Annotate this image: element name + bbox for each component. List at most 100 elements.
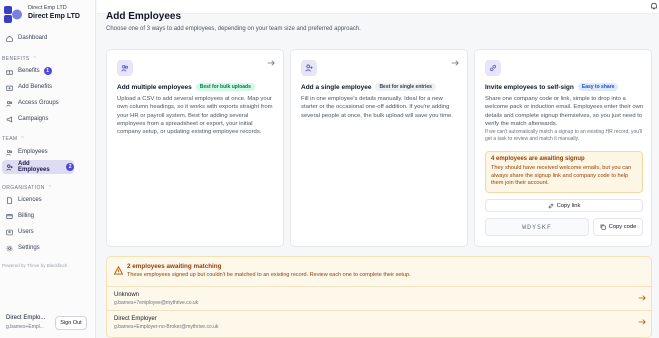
sidebar-item-label: Licences bbox=[18, 197, 42, 203]
add-employees-count-badge: 2 bbox=[66, 163, 74, 171]
link-icon bbox=[548, 203, 553, 208]
card-title: Invite employees to self-sign Easy to sha… bbox=[485, 83, 619, 91]
card-note: If we can't automatically match a signup… bbox=[485, 129, 643, 142]
card-title-text: Invite employees to self-sign bbox=[485, 84, 574, 91]
sidebar-item-label: Access Groups bbox=[18, 100, 59, 106]
sidebar-item-label: Add Employees bbox=[18, 161, 50, 173]
sidebar-item-label: Add Benefits bbox=[18, 84, 53, 90]
sidebar-item-billing[interactable]: Billing bbox=[2, 209, 74, 223]
sidebar-item-label: Dashboard bbox=[18, 35, 48, 41]
awaiting-matching-panel: 2 employees awaiting matching These empl… bbox=[106, 256, 652, 338]
sidebar-item-add-benefits[interactable]: Add Benefits bbox=[2, 80, 74, 94]
card-tag: Best for bulk uploads bbox=[195, 83, 255, 91]
company-code[interactable]: WDYSKF bbox=[485, 218, 589, 236]
user-plus-icon bbox=[301, 60, 317, 76]
copy-icon bbox=[600, 224, 606, 230]
user-card-icon bbox=[6, 229, 13, 236]
sidebar-item-label: Employees bbox=[18, 149, 48, 155]
sidebar-item-benefits[interactable]: Benefits 1 bbox=[2, 64, 74, 78]
matching-row[interactable]: Direct Employer g.barnes+Employer-no-Bro… bbox=[107, 310, 651, 332]
page-subtitle: Choose one of 3 ways to add employees, d… bbox=[106, 26, 361, 32]
arrow-right-icon[interactable] bbox=[451, 59, 459, 67]
document-icon bbox=[6, 196, 13, 204]
gift-plus-icon bbox=[6, 84, 13, 91]
megaphone-icon bbox=[6, 115, 13, 123]
matching-row-name: Unknown bbox=[114, 292, 140, 298]
sidebar-item-label: Settings bbox=[18, 245, 40, 251]
section-organisation[interactable]: ORGANISATION ⌃ bbox=[2, 185, 52, 191]
sidebar-item-users[interactable]: Users bbox=[2, 225, 74, 239]
warning-icon bbox=[114, 266, 123, 275]
awaiting-signup-title: 4 employees are awaiting signup bbox=[491, 156, 585, 162]
brand-subtitle: Direct Emp LTD bbox=[28, 5, 67, 11]
section-label-text: ORGANISATION bbox=[2, 185, 45, 191]
sidebar-item-label: Campaigns bbox=[18, 116, 49, 122]
brand-name: Direct Emp LTD bbox=[28, 13, 80, 20]
card-add-single-employee[interactable]: Add a single employee Best for single ent… bbox=[290, 49, 468, 247]
matching-row-email: g.barnes+7employee@mythrive.co.uk bbox=[114, 300, 199, 306]
card-add-multiple-employees[interactable]: Add multiple employees Best for bulk uplo… bbox=[106, 49, 284, 247]
matching-row[interactable]: Unknown g.barnes+7employee@mythrive.co.u… bbox=[107, 286, 651, 308]
awaiting-signup-text: They should have received welcome emails… bbox=[491, 165, 632, 187]
users-group-icon bbox=[6, 100, 13, 107]
sidebar-item-access-groups[interactable]: Access Groups bbox=[2, 96, 74, 110]
sidebar-item-campaigns[interactable]: Campaigns bbox=[2, 112, 74, 126]
user-plus-icon bbox=[6, 163, 13, 171]
sidebar-item-label: Benefits bbox=[18, 68, 40, 74]
top-bar bbox=[97, 0, 659, 14]
bell-icon[interactable] bbox=[650, 2, 658, 10]
sidebar-item-add-employees[interactable]: Add Employees 2 bbox=[2, 160, 74, 174]
matching-title: 2 employees awaiting matching bbox=[127, 263, 222, 270]
section-team[interactable]: TEAM ⌃ bbox=[2, 136, 25, 142]
card-tag: Best for single entries bbox=[375, 83, 436, 91]
card-description: Upload a CSV to add several employees at… bbox=[117, 96, 273, 136]
user-email: g.barnes+Empl... bbox=[6, 324, 44, 330]
copy-code-button[interactable]: Copy code bbox=[593, 218, 643, 236]
credit-card-icon bbox=[6, 213, 13, 220]
matching-subtitle: These employees signed up but couldn't b… bbox=[127, 272, 411, 278]
arrow-right-icon[interactable] bbox=[638, 318, 646, 326]
link-icon bbox=[485, 60, 501, 76]
brand[interactable]: Direct Emp LTD Direct Emp LTD bbox=[4, 5, 94, 25]
brand-logo-icon bbox=[4, 6, 22, 23]
sidebar: Direct Emp LTD Direct Emp LTD Dashboard … bbox=[0, 0, 96, 338]
card-tag: Easy to share bbox=[577, 83, 619, 91]
matching-row-name: Direct Employer bbox=[114, 316, 157, 322]
section-benefits[interactable]: BENEFITS ⌃ bbox=[2, 56, 37, 62]
card-title-text: Add a single employee bbox=[301, 84, 372, 91]
sidebar-item-label: Users bbox=[18, 229, 34, 235]
sidebar-item-dashboard[interactable]: Dashboard bbox=[2, 31, 74, 45]
gear-icon bbox=[6, 245, 13, 252]
arrow-right-icon[interactable] bbox=[638, 294, 646, 302]
sidebar-item-label: Billing bbox=[18, 213, 35, 219]
chevron-up-icon: ⌃ bbox=[47, 185, 53, 191]
matching-row-email: g.barnes+Employer-no-Broker@mythrive.co.… bbox=[114, 324, 219, 330]
sidebar-item-employees[interactable]: Employees bbox=[2, 145, 74, 159]
chevron-up-icon: ⌃ bbox=[20, 136, 26, 142]
copy-link-button[interactable]: Copy link bbox=[485, 199, 643, 212]
sidebar-item-licences[interactable]: Licences bbox=[2, 193, 74, 207]
card-invite-self-sign: Invite employees to self-sign Easy to sha… bbox=[474, 49, 652, 247]
benefits-count-badge: 1 bbox=[43, 67, 52, 75]
gift-icon bbox=[6, 68, 13, 75]
sign-out-button[interactable]: Sign Out bbox=[55, 316, 87, 330]
card-title: Add multiple employees Best for bulk uplo… bbox=[117, 83, 255, 91]
arrow-right-icon[interactable] bbox=[267, 59, 275, 67]
home-icon bbox=[6, 35, 13, 42]
awaiting-signup-alert: 4 employees are awaiting signup They sho… bbox=[485, 151, 643, 193]
copy-link-label: Copy link bbox=[556, 202, 581, 209]
chevron-up-icon: ⌃ bbox=[32, 56, 38, 62]
users-icon bbox=[6, 149, 13, 156]
user-card: Direct Emplo... g.barnes+Empl... Sign Ou… bbox=[3, 311, 93, 334]
card-description: Share one company code or link, simple t… bbox=[485, 96, 644, 127]
sidebar-item-settings[interactable]: Settings bbox=[2, 241, 74, 255]
user-name: Direct Emplo... bbox=[6, 315, 46, 321]
powered-by: Powered by Thrive by Blackfinch bbox=[2, 263, 68, 268]
page-title: Add Employees bbox=[106, 11, 182, 22]
section-label-text: TEAM bbox=[2, 136, 18, 142]
copy-code-label: Copy code bbox=[608, 224, 637, 230]
card-description: Fill in one employee's details manually.… bbox=[301, 96, 453, 119]
section-label-text: BENEFITS bbox=[2, 56, 30, 62]
card-title: Add a single employee Best for single ent… bbox=[301, 83, 436, 91]
users-icon bbox=[117, 60, 133, 76]
